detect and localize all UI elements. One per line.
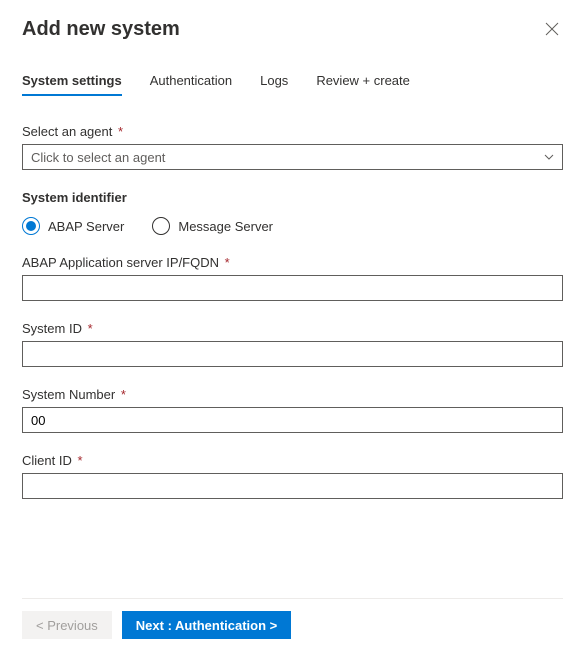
tab-logs[interactable]: Logs: [260, 67, 288, 96]
page-title: Add new system: [22, 18, 180, 41]
tab-review-create[interactable]: Review + create: [316, 67, 410, 96]
label-text: System Number: [22, 387, 115, 402]
system-number-label: System Number *: [22, 387, 563, 402]
tab-bar: System settings Authentication Logs Revi…: [22, 67, 563, 96]
system-id-label: System ID *: [22, 321, 563, 336]
label-text: Client ID: [22, 453, 72, 468]
radio-message-server[interactable]: Message Server: [152, 217, 273, 235]
system-identifier-radio-group: ABAP Server Message Server: [22, 217, 563, 235]
tab-system-settings[interactable]: System settings: [22, 67, 122, 96]
footer: < Previous Next : Authentication >: [22, 598, 563, 639]
required-indicator: *: [77, 453, 82, 468]
label-text: System ID: [22, 321, 82, 336]
select-agent-label: Select an agent *: [22, 124, 563, 139]
radio-button-icon: [22, 217, 40, 235]
tab-authentication[interactable]: Authentication: [150, 67, 232, 96]
required-indicator: *: [118, 124, 123, 139]
next-button[interactable]: Next : Authentication >: [122, 611, 291, 639]
chevron-down-icon: [544, 150, 554, 165]
label-text: ABAP Application server IP/FQDN: [22, 255, 219, 270]
label-text: Select an agent: [22, 124, 112, 139]
radio-label: Message Server: [178, 219, 273, 234]
dropdown-placeholder: Click to select an agent: [31, 150, 165, 165]
radio-abap-server[interactable]: ABAP Server: [22, 217, 124, 235]
radio-label: ABAP Server: [48, 219, 124, 234]
system-number-input[interactable]: [22, 407, 563, 433]
close-icon[interactable]: [541, 18, 563, 43]
system-identifier-header: System identifier: [22, 190, 563, 205]
required-indicator: *: [225, 255, 230, 270]
abap-ip-input[interactable]: [22, 275, 563, 301]
client-id-label: Client ID *: [22, 453, 563, 468]
system-id-input[interactable]: [22, 341, 563, 367]
abap-ip-label: ABAP Application server IP/FQDN *: [22, 255, 563, 270]
required-indicator: *: [121, 387, 126, 402]
previous-button[interactable]: < Previous: [22, 611, 112, 639]
client-id-input[interactable]: [22, 473, 563, 499]
radio-button-icon: [152, 217, 170, 235]
required-indicator: *: [88, 321, 93, 336]
select-agent-dropdown[interactable]: Click to select an agent: [22, 144, 563, 170]
